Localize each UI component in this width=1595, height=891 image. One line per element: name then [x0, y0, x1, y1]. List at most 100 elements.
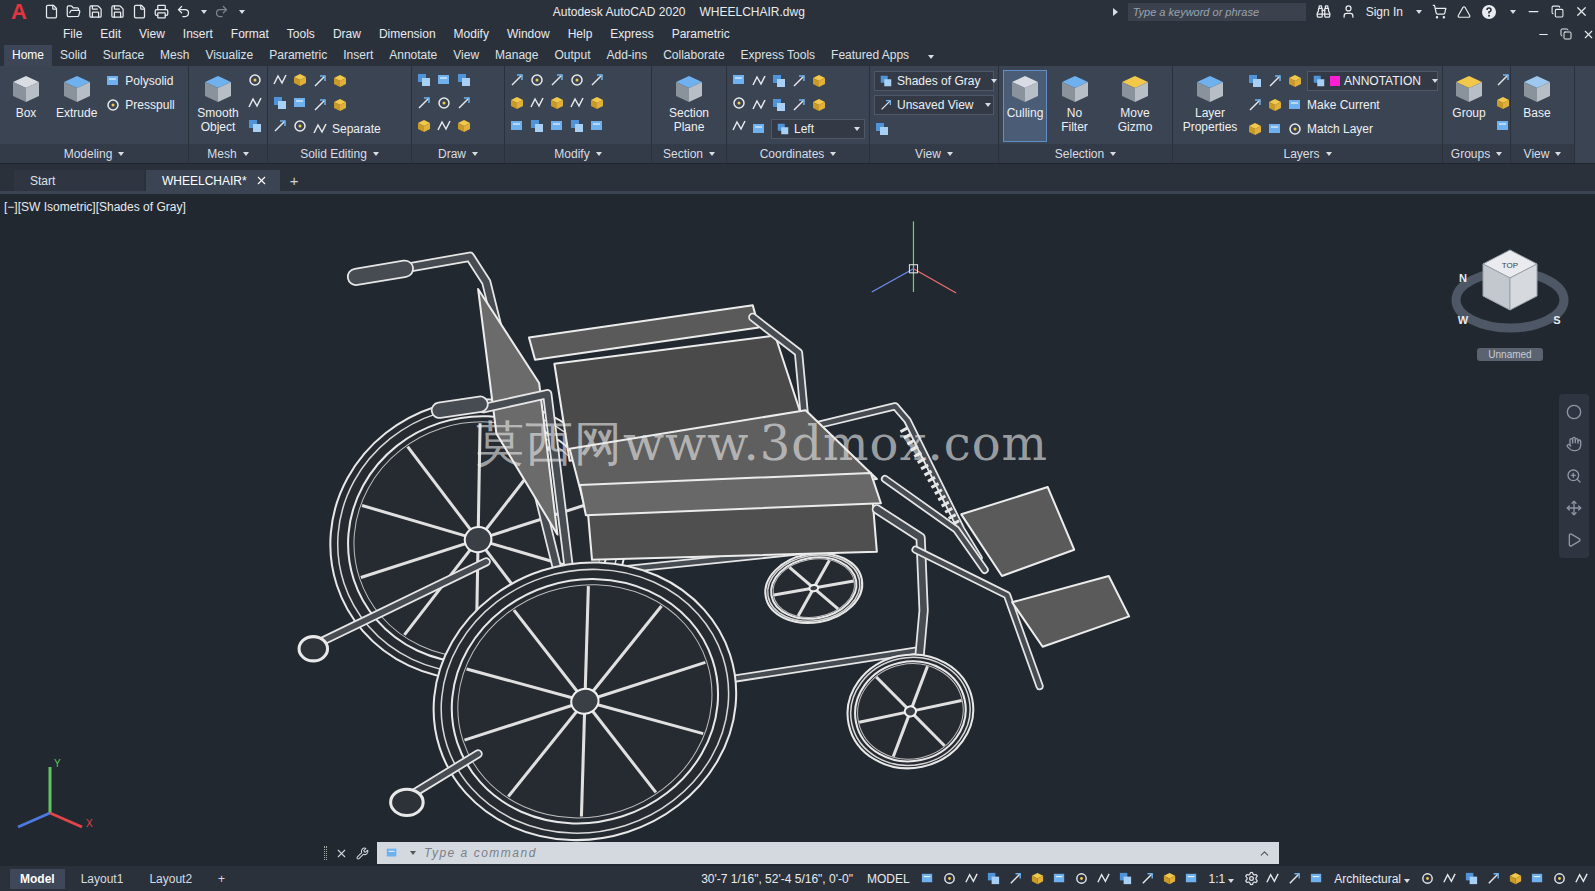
status-toggle-icon[interactable] [1552, 871, 1567, 886]
tool-icon[interactable] [1495, 118, 1511, 134]
status-toggle-icon[interactable] [1008, 871, 1023, 886]
status-toggle-icon[interactable] [1052, 871, 1067, 886]
panel-title[interactable]: Coordinates [727, 144, 869, 163]
panel-title[interactable]: View [1511, 144, 1574, 163]
tool-icon[interactable] [247, 118, 263, 134]
new-layout-button[interactable]: + [208, 869, 235, 889]
status-toggle-icon[interactable] [1442, 871, 1457, 886]
user-icon[interactable] [1341, 4, 1356, 19]
doc-restore-icon[interactable] [1560, 28, 1572, 40]
panel-title[interactable]: Modeling [0, 144, 188, 163]
status-toggle-icon[interactable] [920, 871, 935, 886]
tool-icon[interactable] [509, 72, 525, 88]
ribbon-button[interactable]: No Filter [1051, 70, 1098, 142]
wheel-icon[interactable] [1566, 404, 1582, 420]
tool-icon[interactable] [529, 118, 545, 134]
save-as-icon[interactable] [110, 4, 125, 19]
tool-icon[interactable] [332, 73, 348, 89]
tool-icon[interactable] [292, 95, 308, 111]
tool-icon[interactable] [549, 95, 565, 111]
status-toggle-icon[interactable] [1486, 871, 1501, 886]
ribbon-button[interactable]: Separate [332, 122, 381, 136]
status-toggle-icon[interactable] [1118, 871, 1133, 886]
tool-icon[interactable] [1247, 97, 1263, 113]
ribbon-tab[interactable]: Mesh [152, 45, 197, 66]
tool-icon[interactable] [202, 73, 234, 105]
tool-icon[interactable] [1521, 73, 1553, 105]
save-icon[interactable] [88, 4, 103, 19]
ribbon-button[interactable]: Section Plane [656, 70, 722, 142]
ribbon-tab[interactable]: Featured Apps [823, 45, 917, 66]
app-logo[interactable]: A [2, 0, 36, 23]
ribbon-button[interactable]: Culling [1003, 70, 1047, 142]
tool-icon[interactable] [879, 98, 893, 112]
autodesk-icon[interactable] [1457, 5, 1471, 19]
menu-item[interactable]: View [130, 25, 174, 43]
tool-icon[interactable] [456, 72, 472, 88]
tool-icon[interactable] [589, 95, 605, 111]
tool-icon[interactable] [731, 118, 747, 134]
tool-icon[interactable] [509, 95, 525, 111]
tool-icon[interactable] [549, 118, 565, 134]
help-icon[interactable] [1481, 4, 1497, 20]
ribbon-button[interactable]: Extrude [52, 70, 101, 142]
tool-icon[interactable] [312, 121, 328, 137]
tool-icon[interactable] [549, 72, 565, 88]
print-icon[interactable] [154, 4, 169, 19]
wheelchair-model[interactable] [293, 257, 1129, 866]
tool-icon[interactable] [569, 95, 585, 111]
tool-icon[interactable] [569, 118, 585, 134]
ribbon-button[interactable]: Match Layer [1307, 122, 1373, 136]
menu-item[interactable]: Modify [445, 25, 498, 43]
ribbon-tab[interactable]: Solid [52, 45, 95, 66]
space-toggle[interactable]: MODEL [863, 872, 914, 886]
status-toggle-icon[interactable] [964, 871, 979, 886]
ribbon-button[interactable]: Smooth Object [193, 70, 243, 142]
status-toggle-icon[interactable] [942, 871, 957, 886]
command-prompt-icon[interactable] [385, 846, 399, 860]
menu-item[interactable]: Window [498, 25, 559, 43]
panel-title[interactable]: Groups [1443, 144, 1510, 163]
tool-icon[interactable] [456, 95, 472, 111]
tool-icon[interactable] [771, 73, 787, 89]
tool-icon[interactable] [247, 95, 263, 111]
menu-item[interactable]: Dimension [370, 25, 445, 43]
dropdown[interactable]: Unsaved View [874, 95, 994, 115]
dropdown[interactable]: Left [771, 119, 865, 139]
showmotion-icon[interactable] [1566, 532, 1582, 548]
menu-item[interactable]: Insert [174, 25, 222, 43]
status-toggle-icon[interactable] [1265, 871, 1280, 886]
tool-icon[interactable] [416, 118, 432, 134]
sign-in[interactable]: Sign In [1366, 5, 1403, 19]
status-toggle-icon[interactable] [1184, 871, 1199, 886]
tool-icon[interactable] [436, 95, 452, 111]
minimize-icon[interactable] [1526, 4, 1541, 19]
web-icon[interactable] [132, 4, 147, 19]
view-cube-icon[interactable]: TOPNWS [1447, 232, 1573, 342]
tool-icon[interactable] [791, 97, 807, 113]
tool-icon[interactable] [416, 72, 432, 88]
layout-tab[interactable]: Layout1 [71, 869, 134, 889]
tool-icon[interactable] [1247, 121, 1263, 137]
status-toggle-icon[interactable] [1420, 871, 1435, 886]
tool-icon[interactable] [1312, 74, 1326, 88]
view-cube[interactable]: TOPNWS Unnamed [1447, 232, 1573, 361]
close-tab-icon[interactable] [255, 174, 268, 187]
binoculars-icon[interactable] [1316, 4, 1331, 19]
ribbon-button[interactable]: Polysolid [125, 74, 173, 88]
ribbon-tab[interactable]: Manage [487, 45, 546, 66]
tool-icon[interactable] [61, 73, 93, 105]
status-toggle-icon[interactable] [1074, 871, 1089, 886]
panel-title[interactable]: Selection [999, 144, 1172, 163]
panel-title[interactable]: Draw [412, 144, 504, 163]
ribbon-toggle[interactable] [917, 45, 942, 66]
tool-icon[interactable] [292, 118, 308, 134]
tool-icon[interactable] [673, 73, 705, 105]
ribbon-button[interactable]: Base [1515, 70, 1559, 142]
view-name-button[interactable]: Unnamed [1477, 348, 1543, 361]
menu-item[interactable]: Format [222, 25, 278, 43]
status-toggle-icon[interactable] [1030, 871, 1045, 886]
menu-item[interactable]: File [54, 25, 91, 43]
menu-item[interactable]: Express [601, 25, 662, 43]
status-toggle-icon[interactable] [1140, 871, 1155, 886]
